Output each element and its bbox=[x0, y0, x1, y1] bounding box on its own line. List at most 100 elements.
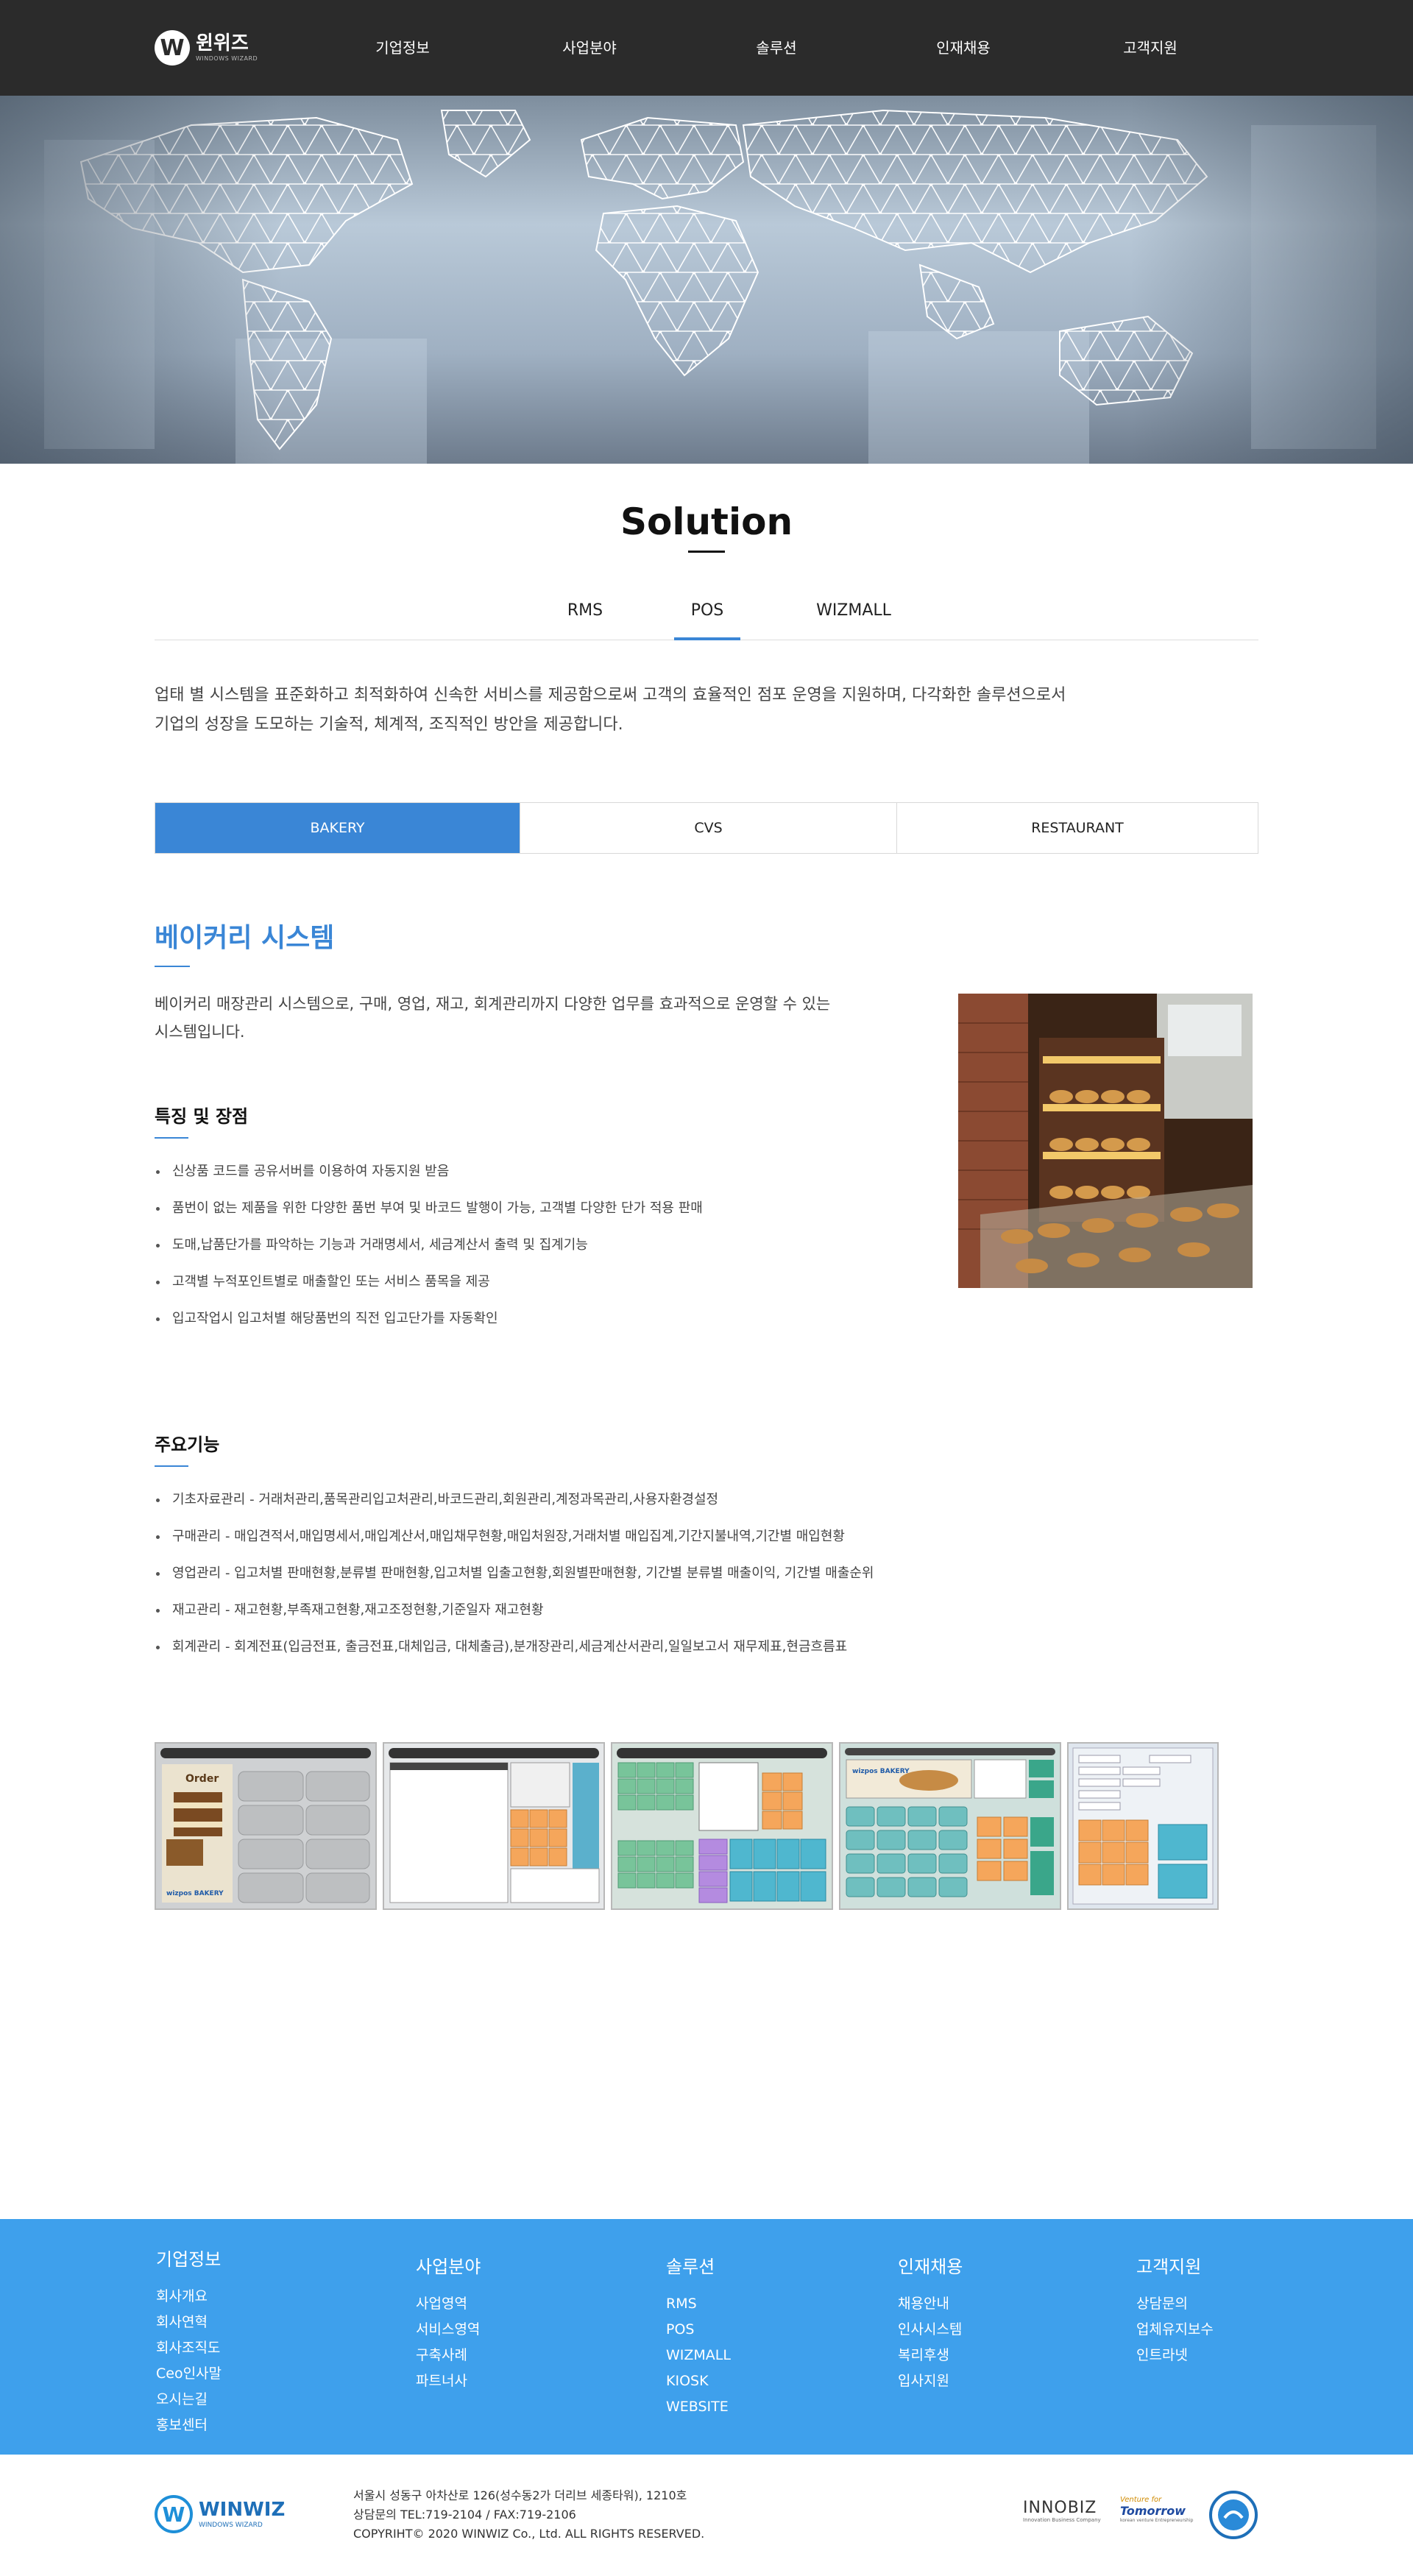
nav-solution[interactable]: 솔루션 bbox=[683, 0, 870, 96]
screenshot-settings[interactable] bbox=[1067, 1742, 1219, 1910]
footer-link[interactable]: 회사연혁 bbox=[156, 2310, 222, 2335]
intro-line: 기업의 성장을 도모하는 기술적, 체계적, 조직적인 방안을 제공합니다. bbox=[155, 715, 623, 734]
list-item: 기초자료관리 - 거래처관리,품목관리입고처관리,바코드관리,회원관리,계정과목… bbox=[155, 1482, 874, 1518]
footer-link[interactable]: RMS bbox=[666, 2291, 731, 2317]
intro-line: 업태 별 시스템을 표준화하고 최적화하여 신속한 서비스를 제공함으로써 고객… bbox=[155, 686, 1066, 704]
company-info: 서울시 성동구 아차산로 126(성수동2가 더리브 세종타워), 1210호 … bbox=[353, 2486, 704, 2544]
footer-bottom: W WINWIZ WINDOWS WIZARD 서울시 성동구 아차산로 126… bbox=[0, 2455, 1413, 2576]
footer-link[interactable]: 서비스영역 bbox=[416, 2317, 481, 2343]
footer-link[interactable]: 입사지원 bbox=[898, 2368, 963, 2394]
screenshot-bakery-logo: wizpos BAKERY bbox=[166, 1890, 224, 1897]
footer-col-title: 기업정보 bbox=[156, 2249, 222, 2270]
nav-support[interactable]: 고객지원 bbox=[1057, 0, 1244, 96]
solution-intro: 업태 별 시스템을 표준화하고 최적화하여 신속한 서비스를 제공함으로써 고객… bbox=[155, 681, 1185, 740]
functions-title: 주요기능 bbox=[155, 1434, 220, 1455]
features-list: 신상품 코드를 공유서버를 이용하여 자동지원 받음 품번이 없는 제품을 위한… bbox=[155, 1153, 703, 1337]
list-item: 고객별 누적포인트별로 매출할인 또는 서비스 품목을 제공 bbox=[155, 1264, 703, 1301]
innobiz-badge: INNOBIZ Innovation Business Company bbox=[1023, 2499, 1101, 2523]
company-address: 서울시 성동구 아차산로 126(성수동2가 더리브 세종타워), 1210호 bbox=[353, 2488, 687, 2502]
logo-subtext: WINDOWS WIZARD bbox=[196, 55, 258, 62]
nav-business[interactable]: 사업분야 bbox=[496, 0, 683, 96]
footer-link[interactable]: 상담문의 bbox=[1136, 2291, 1214, 2317]
footer-link[interactable]: 회사개요 bbox=[156, 2284, 222, 2310]
venture-badge: Venture for Tomorrow korean venture Entr… bbox=[1120, 2496, 1193, 2523]
footer-col-title: 인재채용 bbox=[898, 2257, 963, 2277]
nav-recruit[interactable]: 인재채용 bbox=[870, 0, 1057, 96]
footer-link[interactable]: KIOSK bbox=[666, 2368, 731, 2394]
footer-link[interactable]: 사업영역 bbox=[416, 2291, 481, 2317]
solution-tabs: RMS POS WIZMALL bbox=[155, 595, 1258, 640]
nav-company[interactable]: 기업정보 bbox=[309, 0, 496, 96]
list-item: 회계관리 - 회계전표(입금전표, 출금전표,대체입금, 대체출금),분개장관리… bbox=[155, 1629, 874, 1666]
functions-list: 기초자료관리 - 거래처관리,품목관리입고처관리,바코드관리,회원관리,계정과목… bbox=[155, 1482, 874, 1666]
site-logo[interactable]: W 윈위즈 WINDOWS WIZARD bbox=[155, 29, 258, 66]
footer-link[interactable]: 오시는길 bbox=[156, 2387, 222, 2413]
hero-banner bbox=[0, 96, 1413, 464]
footer-link[interactable]: WIZMALL bbox=[666, 2343, 731, 2368]
list-item: 도매,납품단가를 파악하는 기능과 거래명세서, 세금계산서 출력 및 집계기능 bbox=[155, 1227, 703, 1264]
footer-link[interactable]: 인트라넷 bbox=[1136, 2343, 1214, 2368]
section-title: 베이커리 시스템 bbox=[155, 923, 335, 953]
list-item: 신상품 코드를 공유서버를 이용하여 자동지원 받음 bbox=[155, 1153, 703, 1190]
innobiz-sublabel: Innovation Business Company bbox=[1023, 2517, 1101, 2523]
screenshot-sales[interactable] bbox=[383, 1742, 605, 1910]
world-network-map-image bbox=[0, 96, 1413, 464]
footer-link[interactable]: 복리후생 bbox=[898, 2343, 963, 2368]
tab-pos[interactable]: POS bbox=[674, 595, 740, 640]
footer-link[interactable]: WEBSITE bbox=[666, 2394, 731, 2420]
tab-bakery[interactable]: BAKERY bbox=[155, 803, 520, 853]
list-item: 입고작업시 입고처별 해당품번의 직전 입고단가를 자동확인 bbox=[155, 1301, 703, 1337]
logo-mark: W bbox=[155, 30, 190, 66]
description-line: 시스템입니다. bbox=[155, 1023, 245, 1041]
category-tabs: BAKERY CVS RESTAURANT bbox=[155, 802, 1258, 854]
footer-link[interactable]: 파트너사 bbox=[416, 2368, 481, 2394]
bakery-store-photo bbox=[958, 994, 1253, 1288]
site-header: W 윈위즈 WINDOWS WIZARD 기업정보 사업분야 솔루션 인재채용 … bbox=[0, 0, 1413, 96]
main-nav: 기업정보 사업분야 솔루션 인재채용 고객지원 bbox=[309, 0, 1244, 96]
footer-col-solution: 솔루션 RMS POS WIZMALL KIOSK WEBSITE bbox=[666, 2252, 731, 2420]
screenshot-bakery-logo: wizpos BAKERY bbox=[852, 1768, 910, 1775]
venture-big-label: Tomorrow bbox=[1120, 2504, 1186, 2518]
features-title: 특징 및 장점 bbox=[155, 1106, 249, 1127]
innobiz-label: INNOBIZ bbox=[1023, 2499, 1097, 2517]
footer-link[interactable]: 인사시스템 bbox=[898, 2317, 963, 2343]
footer-link[interactable]: 업체유지보수 bbox=[1136, 2317, 1214, 2343]
screenshot-bakery-pos[interactable]: wizpos BAKERY bbox=[839, 1742, 1061, 1910]
footer-link[interactable]: 채용안내 bbox=[898, 2291, 963, 2317]
screenshot-order-label: Order bbox=[185, 1773, 219, 1785]
footer-col-title: 사업분야 bbox=[416, 2257, 481, 2277]
footer-link[interactable]: 구축사례 bbox=[416, 2343, 481, 2368]
list-item: 재고관리 - 재고현황,부족재고현황,재고조정현황,기준일자 재고현황 bbox=[155, 1592, 874, 1629]
footer-col-business: 사업분야 사업영역 서비스영역 구축사례 파트너사 bbox=[416, 2252, 481, 2394]
section-description: 베이커리 매장관리 시스템으로, 구매, 영업, 재고, 회계관리까지 다양한 … bbox=[155, 990, 927, 1046]
footer-col-company: 기업정보 회사개요 회사연혁 회사조직도 Ceo인사말 오시는길 홍보센터 bbox=[156, 2245, 222, 2438]
list-item: 영업관리 - 입고처별 판매현황,분류별 판매현황,입고처별 입출고현황,회원별… bbox=[155, 1555, 874, 1592]
footer-link[interactable]: 홍보센터 bbox=[156, 2413, 222, 2438]
venture-sublabel: korean venture Entrepreneurship bbox=[1120, 2518, 1194, 2523]
copyright: COPYRIHT© 2020 WINWIZ Co., Ltd. ALL RIGH… bbox=[353, 2527, 705, 2541]
functions-title-underline bbox=[155, 1465, 188, 1467]
footer-logo[interactable]: W WINWIZ WINDOWS WIZARD bbox=[155, 2495, 285, 2533]
footer-col-title: 솔루션 bbox=[666, 2257, 715, 2277]
screenshot-keypad[interactable] bbox=[611, 1742, 833, 1910]
tab-wizmall[interactable]: WIZMALL bbox=[802, 595, 905, 640]
list-item: 구매관리 - 매입견적서,매입명세서,매입계산서,매입채무현황,매입처원장,거래… bbox=[155, 1518, 874, 1555]
page-title: Solution bbox=[620, 500, 793, 543]
description-line: 베이커리 매장관리 시스템으로, 구매, 영업, 재고, 회계관리까지 다양한 … bbox=[155, 995, 831, 1013]
footer-link[interactable]: Ceo인사말 bbox=[156, 2361, 222, 2387]
tab-rms[interactable]: RMS bbox=[552, 595, 618, 640]
screenshot-order[interactable]: Order wizpos BAKERY bbox=[155, 1742, 377, 1910]
certification-seal-icon bbox=[1208, 2490, 1258, 2543]
tab-restaurant[interactable]: RESTAURANT bbox=[897, 803, 1258, 853]
footer-logo-text: WINWIZ bbox=[199, 2498, 286, 2521]
company-contact: 상담문의 TEL:719-2104 / FAX:719-2106 bbox=[353, 2508, 576, 2522]
features-title-underline bbox=[155, 1137, 188, 1139]
footer-link[interactable]: 회사조직도 bbox=[156, 2335, 222, 2361]
logo-text: 윈위즈 bbox=[196, 32, 249, 54]
footer-link[interactable]: POS bbox=[666, 2317, 731, 2343]
footer-logo-subtext: WINDOWS WIZARD bbox=[199, 2521, 263, 2529]
section-title-underline bbox=[155, 966, 190, 967]
footer-col-title: 고객지원 bbox=[1136, 2257, 1202, 2277]
title-underline bbox=[688, 551, 725, 553]
tab-cvs[interactable]: CVS bbox=[520, 803, 897, 853]
